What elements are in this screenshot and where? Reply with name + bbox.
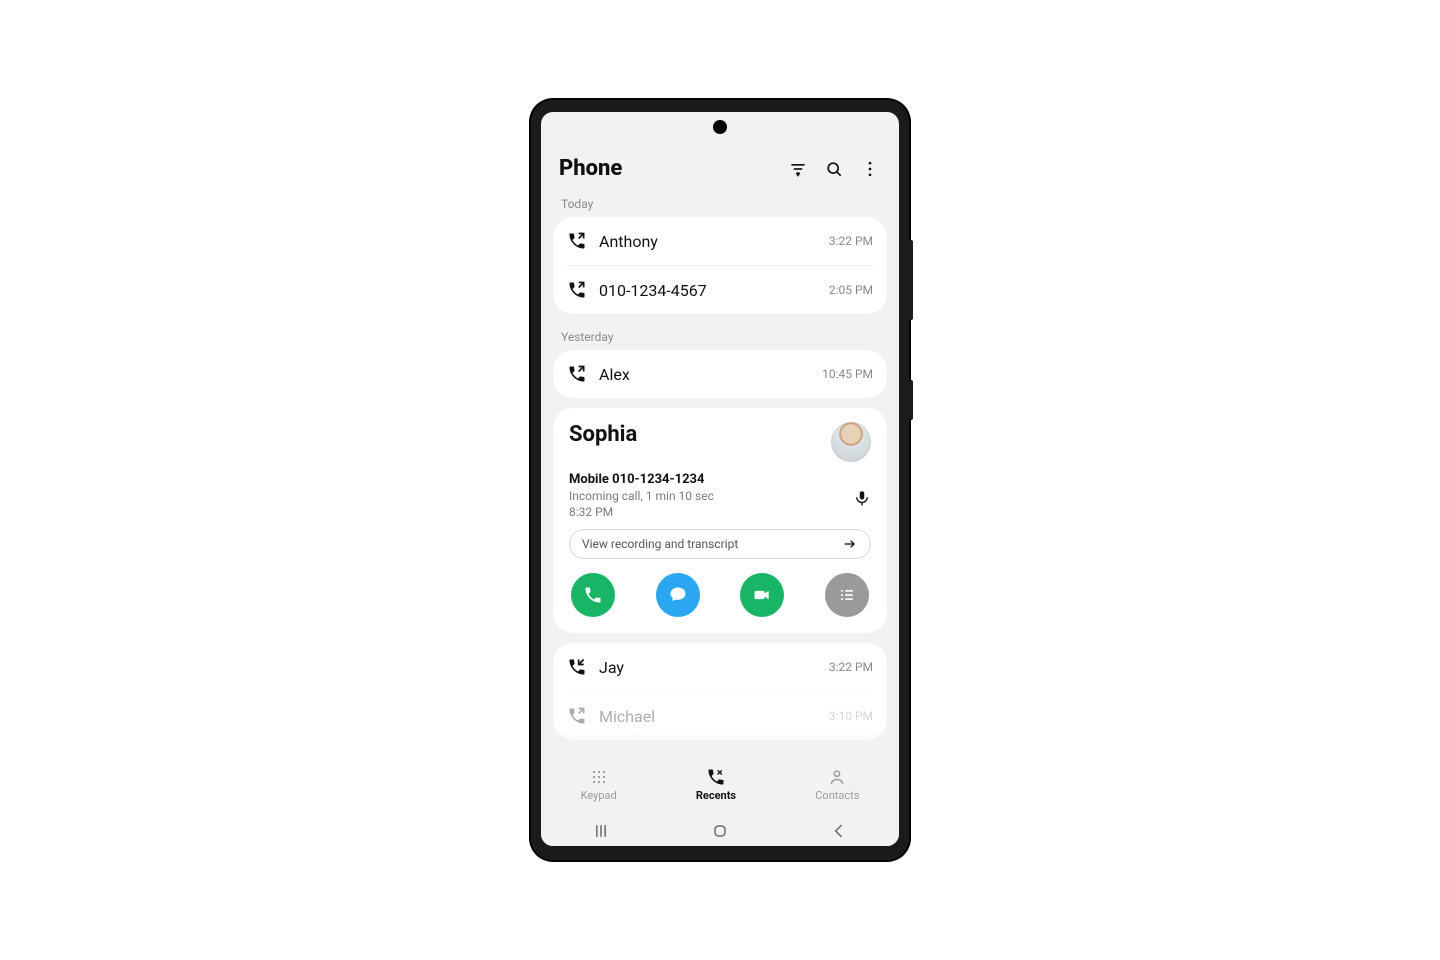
outgoing-call-icon	[567, 280, 587, 300]
mic-icon	[853, 489, 871, 507]
call-name: Alex	[599, 365, 822, 384]
incoming-call-icon	[567, 657, 587, 677]
call-row[interactable]: Jay 3:22 PM	[553, 643, 887, 691]
call-time: 2:05 PM	[829, 283, 873, 297]
arrow-right-icon	[842, 536, 858, 552]
call-detail: Incoming call, 1 min 10 sec	[569, 489, 871, 503]
call-row[interactable]: Anthony 3:22 PM	[553, 217, 887, 265]
page-title: Phone	[559, 156, 622, 181]
view-transcript-button[interactable]: View recording and transcript	[569, 529, 871, 559]
call-name: Anthony	[599, 232, 829, 251]
video-call-button[interactable]	[740, 573, 784, 617]
phone-frame: Phone	[531, 100, 909, 860]
call-button[interactable]	[571, 573, 615, 617]
message-button[interactable]	[656, 573, 700, 617]
filter-icon[interactable]	[787, 158, 809, 180]
call-group: Alex 10:45 PM	[553, 350, 887, 398]
tab-keypad[interactable]: Keypad	[581, 767, 617, 802]
screen: Phone	[541, 112, 899, 846]
contact-number: Mobile 010-1234-1234	[569, 472, 871, 487]
call-name: 010-1234-4567	[599, 281, 829, 300]
call-time: 8:32 PM	[569, 505, 871, 519]
front-camera	[713, 120, 727, 134]
call-group: Jay 3:22 PM Michael 3:10 PM	[553, 643, 887, 740]
call-time: 3:22 PM	[829, 660, 873, 674]
call-row[interactable]: Michael 3:10 PM	[567, 691, 873, 740]
tab-label: Keypad	[581, 789, 617, 802]
call-group: Anthony 3:22 PM 010-1234-4567 2:05	[553, 217, 887, 314]
power-button	[909, 380, 913, 420]
details-button[interactable]	[825, 573, 869, 617]
more-icon[interactable]	[859, 158, 881, 180]
tab-recents[interactable]: Recents	[696, 767, 736, 802]
volume-button	[909, 240, 913, 320]
back-nav-icon[interactable]	[829, 821, 849, 841]
recents-nav-icon[interactable]	[591, 821, 611, 841]
action-row	[569, 573, 871, 617]
outgoing-call-icon	[567, 231, 587, 251]
outgoing-call-icon	[567, 706, 587, 726]
tab-label: Contacts	[815, 789, 859, 802]
call-time: 3:22 PM	[829, 234, 873, 248]
outgoing-call-icon	[567, 364, 587, 384]
call-time: 3:10 PM	[829, 709, 873, 723]
call-row[interactable]: Alex 10:45 PM	[553, 350, 887, 398]
section-label: Yesterday	[553, 324, 887, 350]
contact-name: Sophia	[569, 422, 637, 447]
call-row[interactable]: 010-1234-4567 2:05 PM	[567, 265, 873, 314]
call-name: Jay	[599, 658, 829, 677]
section-label: Today	[553, 191, 887, 217]
call-time: 10:45 PM	[822, 367, 873, 381]
call-name: Michael	[599, 707, 829, 726]
search-icon[interactable]	[823, 158, 845, 180]
system-nav	[541, 816, 899, 846]
expanded-call-card: Sophia Mobile 010-1234-1234 Incoming cal…	[553, 408, 887, 633]
tab-contacts[interactable]: Contacts	[815, 767, 859, 802]
recents-list: Today Anthony 3:22 PM	[541, 191, 899, 751]
home-nav-icon[interactable]	[710, 821, 730, 841]
tab-bar: Keypad Recents Contacts	[541, 751, 899, 816]
avatar[interactable]	[831, 422, 871, 462]
pill-label: View recording and transcript	[582, 537, 738, 551]
tab-label: Recents	[696, 789, 736, 802]
